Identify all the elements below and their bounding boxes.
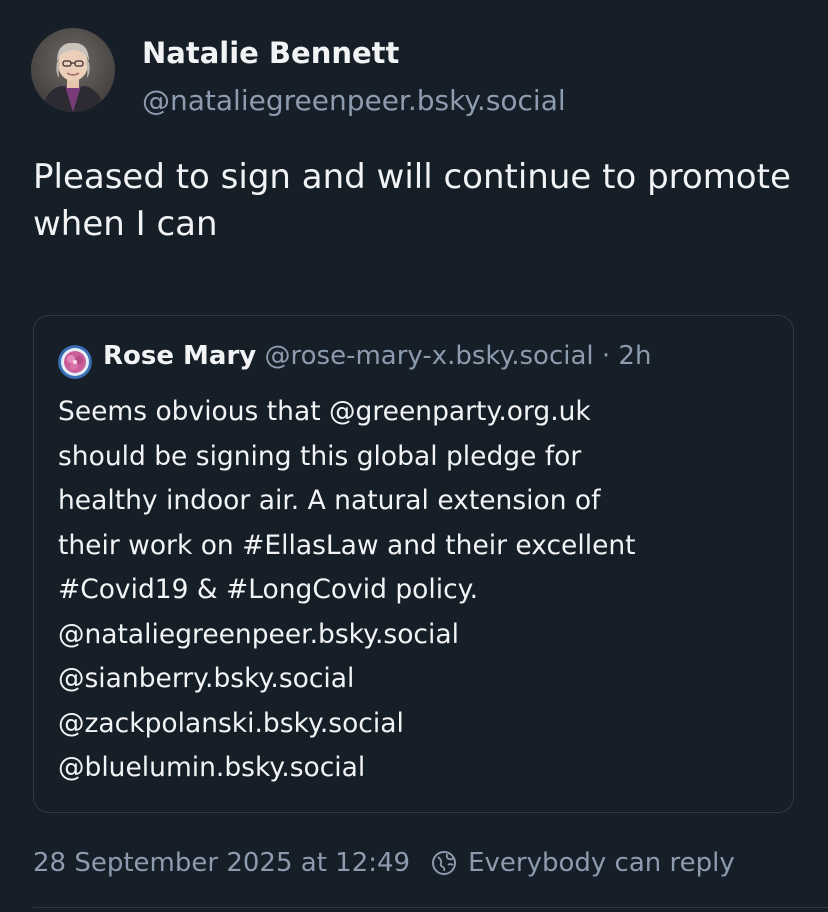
reply-setting[interactable]: Everybody can reply: [468, 848, 735, 878]
mention-nataliegreenpeer[interactable]: @nataliegreenpeer.bsky.social: [58, 613, 778, 658]
globe-reply-icon: [430, 849, 458, 877]
post-text: Pleased to sign and will continue to pro…: [33, 157, 791, 244]
quoted-post-meta: Rose Mary @rose-mary-x.bsky.social · 2h: [103, 341, 651, 371]
quoted-text-line: healthy indoor air. A natural extension …: [58, 485, 601, 516]
quoted-text-line: should be signing this global pledge for: [58, 440, 582, 472]
quoted-post[interactable]: Rose Mary @rose-mary-x.bsky.social · 2h …: [33, 315, 794, 813]
post-footer: 28 September 2025 at 12:49 Everybody can…: [33, 848, 735, 878]
quoted-author-handle[interactable]: @rose-mary-x.bsky.social: [265, 341, 594, 371]
quoted-text-line: #Covid19 & #LongCovid policy.: [58, 574, 479, 605]
author-handle[interactable]: @nataliegreenpeer.bsky.social: [142, 84, 566, 117]
author-avatar[interactable]: [31, 28, 115, 112]
post-timestamp: 28 September 2025 at 12:49: [33, 848, 411, 878]
author-display-name[interactable]: Natalie Bennett: [142, 36, 399, 70]
mention-zackpolanski[interactable]: @zackpolanski.bsky.social: [58, 702, 778, 747]
mention-sianberry[interactable]: @sianberry.bsky.social: [58, 657, 778, 702]
quoted-post-time[interactable]: 2h: [618, 341, 651, 371]
quoted-post-text: Seems obvious that @greenparty.org.uk sh…: [58, 390, 778, 791]
quoted-text-line: their work on #EllasLaw and their excell…: [58, 529, 636, 561]
quoted-author-name[interactable]: Rose Mary: [103, 341, 256, 371]
divider: [33, 907, 828, 908]
mention-bluelumin[interactable]: @bluelumin.bsky.social: [58, 746, 778, 791]
post: Natalie Bennett @nataliegreenpeer.bsky.s…: [0, 0, 828, 912]
quoted-text-line: Seems obvious that @greenparty.org.uk: [58, 396, 591, 427]
meta-separator: ·: [593, 341, 619, 371]
quoted-author-avatar[interactable]: [58, 345, 92, 379]
